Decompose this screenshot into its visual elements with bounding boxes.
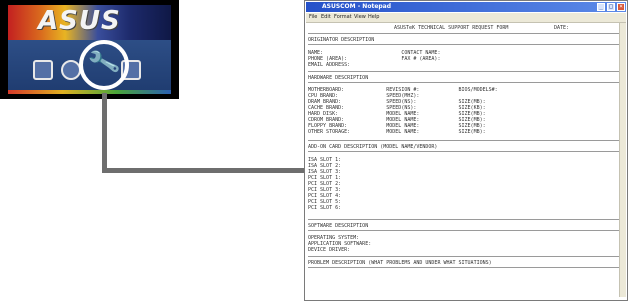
form-header: ASUSTeK TECHNICAL SUPPORT REQUEST FORM	[394, 25, 509, 31]
menu-help[interactable]: Help	[368, 13, 379, 22]
window-title: ASUSCOM - Notepad	[322, 3, 392, 10]
asus-logo: ASUS	[38, 6, 121, 36]
separator	[308, 219, 619, 220]
problem-title: PROBLEM DESCRIPTION (WHAT PROBLEMS AND U…	[308, 260, 492, 266]
title-bar[interactable]: ASUSCOM - Notepad _ □ ×	[306, 2, 626, 12]
menu-edit[interactable]: Edit	[321, 13, 331, 22]
separator	[308, 44, 619, 45]
drivers-icon[interactable]	[33, 60, 53, 80]
separator	[308, 256, 619, 257]
separator	[308, 230, 619, 231]
separator	[308, 33, 619, 34]
separator	[308, 140, 619, 141]
close-button[interactable]: ×	[617, 3, 625, 11]
connector-line-horizontal	[102, 168, 308, 173]
connector-line-vertical	[102, 93, 107, 172]
date-label: DATE:	[554, 25, 570, 31]
software-line: DEVICE DRIVER:	[308, 247, 351, 253]
vertical-scrollbar[interactable]	[619, 23, 626, 297]
notepad-window: ASUSCOM - Notepad _ □ × File Edit Format…	[304, 0, 628, 301]
text-area[interactable]: ASUSTeK TECHNICAL SUPPORT REQUEST FORM D…	[308, 23, 619, 297]
disc-icon[interactable]	[61, 60, 81, 80]
rainbow-bar	[8, 90, 171, 94]
maximize-button[interactable]: □	[607, 3, 615, 11]
menu-bar: File Edit Format View Help	[306, 13, 626, 23]
hardware-title: HARDWARE DESCRIPTION	[308, 75, 369, 81]
menu-file[interactable]: File	[309, 13, 317, 22]
separator	[308, 71, 619, 72]
hardware-line: OTHER STORAGE: MODEL NAME: SIZE(MB):	[308, 129, 486, 135]
originator-title: ORIGINATOR DESCRIPTION	[308, 37, 375, 43]
separator	[308, 267, 619, 268]
menu-format[interactable]: Format	[334, 13, 352, 22]
menu-view[interactable]: View	[354, 13, 366, 22]
asus-cd-menu: ASUS 🔧	[0, 0, 179, 99]
addon-line: PCI SLOT 6:	[308, 205, 342, 211]
software-title: SOFTWARE DESCRIPTION	[308, 223, 369, 229]
originator-line: EMAIL ADDRESS:	[308, 62, 351, 68]
addon-title: ADD-ON CARD DESCRIPTION (MODEL NAME/VEND…	[308, 144, 438, 150]
separator	[308, 151, 619, 152]
separator	[308, 82, 619, 83]
minimize-button[interactable]: _	[597, 3, 605, 11]
